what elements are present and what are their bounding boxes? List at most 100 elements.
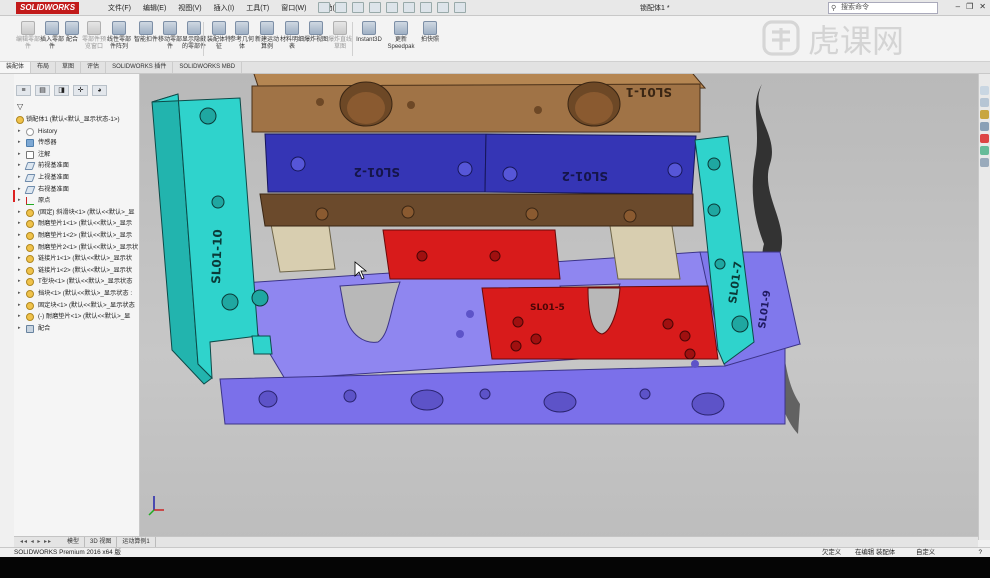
tree-item[interactable]: ▸ History [14, 126, 140, 138]
expand-arrow-icon[interactable]: ▸ [18, 218, 21, 230]
update-speedpak-button[interactable]: 更新Speedpak [386, 21, 416, 51]
component-preview-button[interactable]: 零部件预览窗口 [80, 21, 108, 51]
status-bar: SOLIDWORKS Premium 2016 x64 版 欠定义 在编辑 装配… [0, 547, 990, 557]
expand-arrow-icon[interactable]: ▸ [18, 160, 21, 172]
take-snapshot-button[interactable]: 拍快照 [416, 21, 444, 44]
tree-item[interactable]: ▸ 上视基准面 [14, 172, 140, 184]
status-units[interactable]: 自定义 [916, 548, 935, 557]
property-manager-tab-icon[interactable]: ▤ [35, 85, 50, 96]
tree-item[interactable]: ▸ 配合 [14, 323, 140, 335]
explode-line-sketch-button[interactable]: 爆炸直线草图 [326, 21, 354, 51]
open-icon[interactable] [335, 2, 347, 13]
view-palette-icon[interactable] [980, 122, 989, 131]
expand-arrow-icon[interactable]: ▸ [18, 195, 21, 207]
menu-tools[interactable]: 工具(T) [246, 3, 269, 13]
select-icon[interactable] [403, 2, 415, 13]
print-icon[interactable] [369, 2, 381, 13]
new-document-icon[interactable] [318, 2, 330, 13]
graphics-area[interactable]: SL01-9 SL01-5 SL01-1 SL01-2 SL01-2 SL01-… [140, 74, 978, 540]
tree-item-label: 固定块<1> (默认<<默认>_显示状态 [38, 301, 135, 309]
tree-item[interactable]: ▸ 链接片1<1> (默认<<默认>_显示状 [14, 253, 140, 265]
tab-evaluate[interactable]: 评估 [81, 62, 107, 73]
expand-arrow-icon[interactable]: ▸ [18, 242, 21, 254]
menu-file[interactable]: 文件(F) [108, 3, 131, 13]
tree-item[interactable]: ▸ 传感器 [14, 137, 140, 149]
expand-arrow-icon[interactable]: ▸ [18, 172, 21, 184]
filter-icon[interactable]: ▽ [17, 102, 23, 111]
tab-assembly[interactable]: 装配体 [0, 62, 32, 73]
expand-arrow-icon[interactable]: ▸ [18, 253, 21, 265]
close-icon[interactable]: ✕ [979, 2, 986, 11]
tab-motion-study[interactable]: 运动算例1 [117, 537, 156, 547]
solidworks-resources-icon[interactable] [980, 86, 989, 95]
undo-icon[interactable] [386, 2, 398, 13]
expand-arrow-icon[interactable]: ▸ [18, 323, 21, 335]
tab-mbd[interactable]: SOLIDWORKS MBD [173, 62, 243, 73]
tab-scroll-arrows-icon[interactable]: ◂◂ ◂ ▸ ▸▸ [20, 537, 52, 547]
instant3d-icon [362, 21, 376, 35]
expand-arrow-icon[interactable]: ▸ [18, 184, 21, 196]
window-controls: – ❐ ✕ [956, 2, 986, 11]
tree-item[interactable]: ▸ (固定) 斜滑块<1> (默认<<默认>_显 [14, 207, 140, 219]
tree-item[interactable]: ▸ 右视基准面 [14, 184, 140, 196]
tab-addins[interactable]: SOLIDWORKS 插件 [106, 62, 174, 73]
expand-arrow-icon[interactable]: ▸ [18, 311, 21, 323]
solidworks-forum-icon[interactable] [980, 158, 989, 167]
tree-item[interactable]: ▸ 链接片1<2> (默认<<默认>_显示状 [14, 265, 140, 277]
tree-root-assembly[interactable]: 锁配体1 (默认<默认_显示状态-1>) [14, 114, 140, 126]
tab-sketch[interactable]: 草图 [56, 62, 82, 73]
file-properties-icon[interactable] [437, 2, 449, 13]
instant3d-button[interactable]: Instant3D [354, 21, 384, 44]
tab-model[interactable]: 模型 [62, 537, 86, 547]
feature-tree-tab-icon[interactable]: ≡ [16, 85, 31, 96]
tree-item[interactable]: ▸ 注解 [14, 149, 140, 161]
part-icon [26, 231, 34, 240]
display-manager-tab-icon[interactable]: ◕ [92, 85, 107, 96]
menu-insert[interactable]: 插入(I) [214, 3, 235, 13]
tree-item-label: History [38, 127, 58, 135]
plane-icon [24, 185, 36, 194]
dimxpert-tab-icon[interactable]: ✛ [73, 85, 88, 96]
tab-3d-views[interactable]: 3D 视图 [85, 537, 118, 547]
new-motion-study-button[interactable]: 新建运动算例 [253, 21, 281, 51]
assembly-model[interactable]: SL01-9 SL01-5 SL01-1 SL01-2 SL01-2 SL01-… [140, 74, 978, 540]
search-commands-input[interactable]: ⚲ 搜索命令 [828, 2, 938, 14]
expand-arrow-icon[interactable]: ▸ [18, 288, 21, 300]
help-icon[interactable]: ? [978, 548, 982, 557]
restore-icon[interactable]: ❐ [966, 2, 973, 11]
rebuild-icon[interactable] [420, 2, 432, 13]
expand-arrow-icon[interactable]: ▸ [18, 230, 21, 242]
tree-item[interactable]: ▸ 耐磨垫片1<2> (默认<<默认>_显示 [14, 230, 140, 242]
save-icon[interactable] [352, 2, 364, 13]
configuration-tab-icon[interactable]: ◨ [54, 85, 69, 96]
minimize-icon[interactable]: – [956, 2, 960, 11]
linear-pattern-button[interactable]: 线性零部件阵列 [105, 21, 133, 51]
expand-arrow-icon[interactable]: ▸ [18, 265, 21, 277]
reference-geometry-button[interactable]: 参考几何体 [228, 21, 256, 51]
custom-properties-icon[interactable] [980, 146, 989, 155]
tree-item[interactable]: ▸ (-) 耐磨垫片<1> (默认<<默认>_显 [14, 311, 140, 323]
expand-arrow-icon[interactable]: ▸ [18, 137, 21, 149]
tree-item[interactable]: ▸ T型块<1> (默认<<默认>_显示状态 [14, 276, 140, 288]
expand-arrow-icon[interactable]: ▸ [18, 207, 21, 219]
expand-arrow-icon[interactable]: ▸ [18, 300, 21, 312]
search-icon: ⚲ [831, 5, 837, 12]
menu-view[interactable]: 视图(V) [178, 3, 201, 13]
tree-item[interactable]: ▸ 前视基准面 [14, 160, 140, 172]
expand-arrow-icon[interactable]: ▸ [18, 126, 21, 138]
expand-arrow-icon[interactable]: ▸ [18, 149, 21, 161]
tab-layout[interactable]: 布局 [31, 62, 57, 73]
tree-item[interactable]: ▸ 挡块<1> (默认<<默认>_显示状态 : [14, 288, 140, 300]
tree-item[interactable]: ▸ 耐磨垫片1<1> (默认<<默认>_显示 [14, 218, 140, 230]
tree-item[interactable]: ▸ 固定块<1> (默认<<默认>_显示状态 [14, 300, 140, 312]
tree-item[interactable]: ▸ 原点 [14, 195, 140, 207]
design-library-icon[interactable] [980, 98, 989, 107]
file-explorer-icon[interactable] [980, 110, 989, 119]
options-gear-icon[interactable] [454, 2, 466, 13]
tree-item[interactable]: ▸ 耐磨垫片2<1> (默认<<默认>_显示状 [14, 242, 140, 254]
expand-arrow-icon[interactable]: ▸ [18, 276, 21, 288]
appearances-icon[interactable] [980, 134, 989, 143]
part-icon [26, 255, 34, 264]
menu-window[interactable]: 窗口(W) [281, 3, 306, 13]
menu-edit[interactable]: 编辑(E) [143, 3, 166, 13]
